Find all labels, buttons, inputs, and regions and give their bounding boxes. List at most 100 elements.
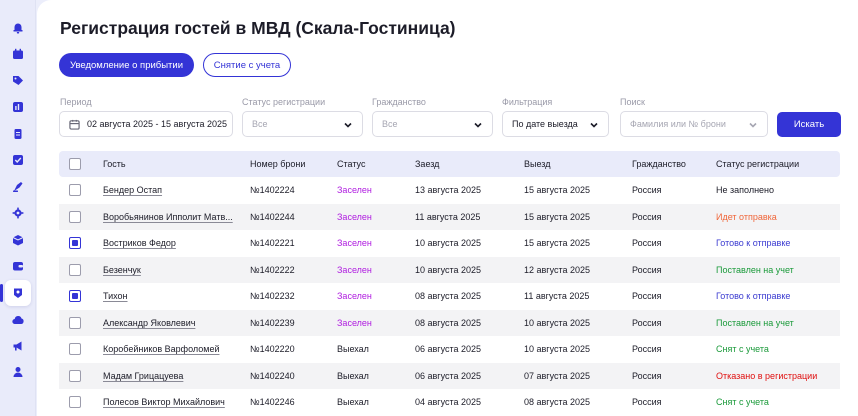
table-row[interactable]: Коробейников Варфоломей №1402220 Выехал 06 … — [59, 336, 840, 363]
sidebar-item-badge[interactable] — [0, 280, 31, 306]
guest-name-link[interactable]: Воробьянинов Ипполит Матв... — [103, 204, 233, 231]
citizenship: Россия — [632, 211, 662, 222]
guest-name-link[interactable]: Полесов Виктор Михайлович — [103, 389, 233, 416]
booking-number: №1402232 — [250, 291, 295, 302]
table-row[interactable]: Александр Яковлевич №1402239 Заселен 08 авг… — [59, 309, 840, 337]
stay-status: Выехал — [337, 370, 369, 381]
guest-name-link[interactable]: Бендер Остап — [103, 177, 233, 204]
booking-number: №1402240 — [250, 370, 295, 381]
table-row[interactable]: Воробьянинов Ипполит Матв... №1402244 Засе… — [59, 203, 840, 231]
row-checkbox[interactable] — [69, 316, 81, 329]
deregister-button[interactable]: Снятие с учета — [203, 53, 291, 77]
search-placeholder: Фамилия или № брони — [630, 119, 726, 129]
checkin-date: 08 августа 2025 — [415, 317, 482, 328]
wallet-icon — [12, 260, 24, 272]
row-checkbox[interactable] — [69, 237, 81, 249]
reg-status-select[interactable]: Все — [242, 111, 363, 137]
citizenship: Россия — [632, 264, 662, 275]
guest-name-link[interactable]: Мадам Грицацуева — [103, 363, 233, 390]
search-label: Поиск — [620, 97, 645, 107]
chevron-down-icon — [473, 120, 483, 130]
period-value: 02 августа 2025 - 15 августа 2025 — [87, 119, 228, 129]
guests-table: Гость Номер брони Статус Заезд Выезд Гра… — [59, 151, 840, 416]
row-checkbox[interactable] — [69, 263, 81, 276]
col-status: Статус — [337, 159, 366, 169]
sidebar-item-checklist[interactable] — [8, 150, 28, 170]
row-checkbox[interactable] — [69, 210, 81, 223]
box-icon — [12, 234, 24, 246]
table-row[interactable]: Мадам Грицацуева №1402240 Выехал 06 августа… — [59, 362, 840, 390]
sidebar-item-cloud[interactable] — [8, 310, 28, 330]
row-checkbox[interactable] — [69, 184, 81, 196]
row-checkbox[interactable] — [69, 290, 81, 302]
checkout-date: 11 августа 2025 — [524, 291, 590, 302]
citizenship: Россия — [632, 291, 662, 302]
cloud-icon — [12, 314, 24, 326]
registration-status: Готово к отправке — [716, 291, 791, 302]
gear-icon — [12, 207, 24, 219]
checkout-date: 15 августа 2025 — [524, 238, 591, 249]
checkin-date: 06 августа 2025 — [415, 344, 482, 355]
user-icon — [12, 366, 24, 378]
guest-name-link[interactable]: Востриков Федор — [103, 230, 233, 257]
registration-status: Идет отправка — [716, 211, 777, 222]
citizenship-select[interactable]: Все — [372, 111, 493, 137]
table-row[interactable]: Безенчук №1402222 Заселен 10 августа 2025 12… — [59, 256, 840, 284]
citizenship: Россия — [632, 238, 662, 249]
documents-icon — [12, 128, 24, 140]
sidebar-item-tag[interactable] — [8, 71, 28, 91]
sidebar-item-bell[interactable] — [8, 18, 28, 38]
guest-name-link[interactable]: Тихон — [103, 283, 233, 310]
sidebar-item-broom[interactable] — [8, 177, 28, 197]
table-row[interactable]: Востриков Федор №1402221 Заселен 10 августа… — [59, 230, 840, 257]
stay-status: Заселен — [337, 264, 372, 275]
filtration-select[interactable]: По дате выезда — [502, 111, 609, 137]
table-row[interactable]: Полесов Виктор Михайлович №1402246 Выехал 0… — [59, 389, 840, 416]
registration-status: Не заполнено — [716, 185, 775, 196]
registration-status: Отказано в регистрации — [716, 370, 818, 381]
col-booking: Номер брони — [250, 159, 306, 169]
broom-icon — [12, 181, 24, 193]
checkout-date: 10 августа 2025 — [524, 317, 591, 328]
sidebar-item-documents[interactable] — [8, 124, 28, 144]
search-button[interactable]: Искать — [777, 112, 841, 137]
badge-icon — [12, 287, 24, 299]
period-field[interactable]: 02 августа 2025 - 15 августа 2025 — [59, 111, 233, 137]
reg-status-label: Статус регистрации — [242, 97, 326, 107]
main-panel: Регистрация гостей в МВД (Скала-Гостиниц… — [37, 0, 858, 416]
guest-name-link[interactable]: Александр Яковлевич — [103, 310, 233, 337]
table-header: Гость Номер брони Статус Заезд Выезд Гра… — [59, 151, 840, 177]
checklist-icon — [12, 154, 24, 166]
select-all-checkbox[interactable] — [69, 158, 81, 170]
reg-status-value: Все — [252, 119, 268, 129]
row-checkbox[interactable] — [69, 396, 81, 408]
sidebar-item-chart[interactable] — [8, 97, 28, 117]
sidebar-item-user[interactable] — [8, 362, 28, 382]
tag-icon — [12, 75, 24, 87]
sidebar-item-wallet[interactable] — [8, 256, 28, 276]
calendar-icon — [12, 48, 24, 60]
booking-number: №1402220 — [250, 344, 295, 355]
guest-name-link[interactable]: Коробейников Варфоломей — [103, 336, 233, 363]
sidebar-item-box[interactable] — [8, 230, 28, 250]
row-checkbox[interactable] — [69, 369, 81, 382]
chart-icon — [12, 101, 24, 113]
search-input[interactable]: Фамилия или № брони — [620, 111, 768, 137]
checkin-date: 13 августа 2025 — [415, 185, 482, 196]
col-citizenship: Гражданство — [632, 159, 686, 169]
citizenship-label: Гражданство — [372, 97, 426, 107]
row-checkbox[interactable] — [69, 343, 81, 355]
checkin-date: 04 августа 2025 — [415, 397, 482, 408]
notify-arrival-button[interactable]: Уведомление о прибытии — [59, 53, 194, 77]
sidebar-item-megaphone[interactable] — [8, 336, 28, 356]
table-row[interactable]: Тихон №1402232 Заселен 08 августа 2025 11 ав… — [59, 283, 840, 310]
page-title: Регистрация гостей в МВД (Скала-Гостиниц… — [60, 18, 456, 38]
table-body: Бендер Остап №1402224 Заселен 13 августа 20… — [59, 177, 840, 416]
booking-number: №1402222 — [250, 264, 295, 275]
table-row[interactable]: Бендер Остап №1402224 Заселен 13 августа 20… — [59, 177, 840, 204]
checkout-date: 10 августа 2025 — [524, 344, 591, 355]
sidebar-item-gear[interactable] — [8, 203, 28, 223]
citizenship: Россия — [632, 397, 662, 408]
sidebar-item-calendar[interactable] — [8, 44, 28, 64]
guest-name-link[interactable]: Безенчук — [103, 257, 233, 284]
